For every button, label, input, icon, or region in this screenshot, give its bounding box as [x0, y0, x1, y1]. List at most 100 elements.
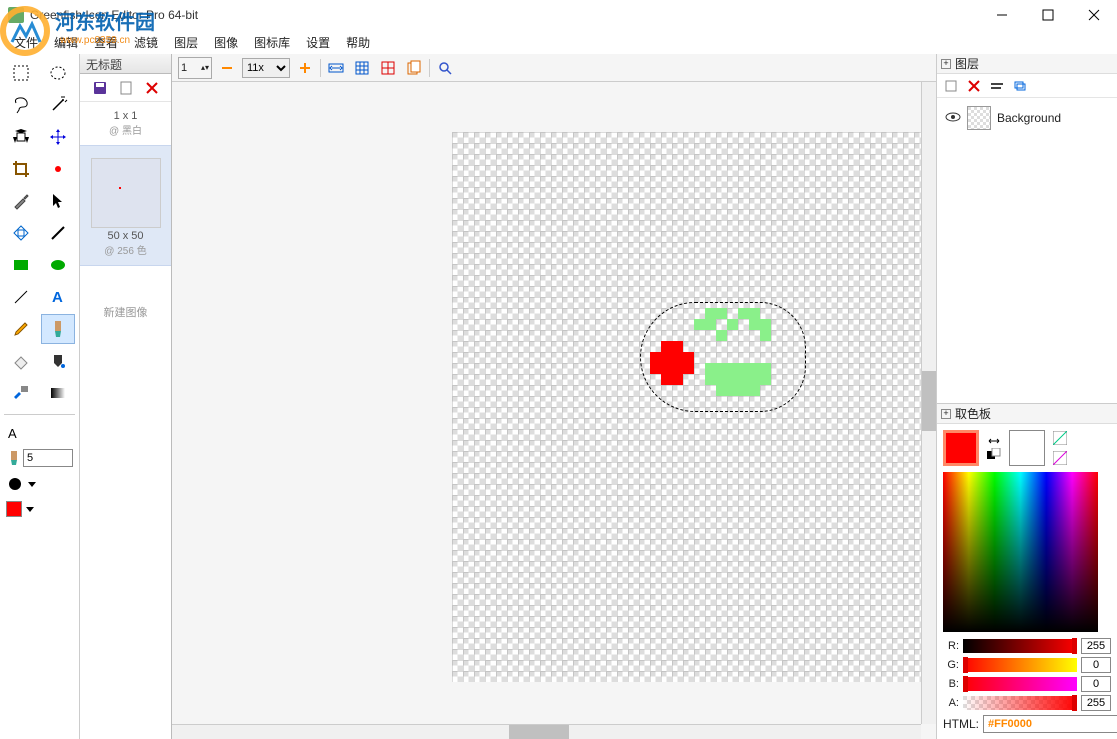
svg-text:A: A [8, 426, 17, 441]
transparent-swatch-2[interactable] [1053, 451, 1067, 465]
g-label: G: [943, 659, 959, 671]
text-tool[interactable]: A [41, 282, 75, 312]
b-value-input[interactable] [1081, 676, 1111, 692]
ellipse-select-tool[interactable] [41, 58, 75, 88]
brush-size-input[interactable] [23, 449, 73, 467]
close-button[interactable] [1071, 0, 1117, 30]
g-slider[interactable] [963, 658, 1077, 672]
eraser-tool[interactable] [4, 346, 38, 376]
r-value-input[interactable] [1081, 638, 1111, 654]
line2-tool[interactable] [4, 282, 38, 312]
zoom-out-button[interactable] [216, 57, 238, 79]
r-slider[interactable] [963, 639, 1077, 653]
pixel-canvas[interactable] [452, 132, 936, 682]
menu-bar: 文件 编辑 查看 滤镜 图层 图像 图标库 设置 帮助 [0, 30, 1117, 54]
crop-tool[interactable] [4, 154, 38, 184]
html-color-input[interactable] [983, 715, 1117, 733]
a-value-input[interactable] [1081, 695, 1111, 711]
menu-layer[interactable]: 图层 [168, 32, 204, 53]
new-page-button[interactable] [115, 77, 137, 99]
window-title: Greenfish Icon Editor Pro 64-bit [30, 8, 979, 22]
zoom-tool-button[interactable] [434, 57, 456, 79]
brush-shape-icon[interactable] [6, 475, 24, 493]
a-label: A: [943, 697, 959, 709]
selection-outline [640, 302, 806, 412]
transform-tool[interactable] [4, 122, 38, 152]
document-tab-title[interactable]: 无标题 [80, 54, 171, 74]
new-image-label[interactable]: 新建图像 [80, 296, 171, 328]
frame-tool[interactable] [4, 218, 38, 248]
page-thumb-1[interactable]: 1 x 1 @ 黑白 [80, 102, 171, 145]
pointer-tool[interactable] [41, 186, 75, 216]
pages-view-button[interactable] [403, 57, 425, 79]
menu-settings[interactable]: 设置 [300, 32, 336, 53]
transparent-swatch-1[interactable] [1053, 431, 1067, 445]
grid-toggle-button[interactable] [351, 57, 373, 79]
brush-size-icon [6, 450, 19, 466]
layer-name: Background [997, 111, 1061, 125]
primary-color-swatch[interactable] [943, 430, 979, 466]
html-label: HTML: [943, 717, 979, 731]
expand-icon[interactable]: + [941, 59, 951, 69]
layers-panel-header[interactable]: + 图层 [937, 54, 1117, 74]
menu-help[interactable]: 帮助 [340, 32, 376, 53]
layer-props-button[interactable] [987, 76, 1007, 96]
zoom-in-button[interactable] [294, 57, 316, 79]
secondary-color-swatch[interactable] [1009, 430, 1045, 466]
b-label: B: [943, 678, 959, 690]
layer-item-background[interactable]: Background [941, 102, 1113, 134]
text-options-icon[interactable]: A [6, 425, 22, 441]
tool-sidebar: A A [0, 54, 80, 739]
merge-layer-button[interactable] [1010, 76, 1030, 96]
menu-image[interactable]: 图像 [208, 32, 244, 53]
maximize-button[interactable] [1025, 0, 1071, 30]
brush-shape-dropdown[interactable] [28, 482, 36, 487]
wand-tool[interactable] [41, 90, 75, 120]
b-slider[interactable] [963, 677, 1077, 691]
center-lines-button[interactable] [377, 57, 399, 79]
rectangle-select-tool[interactable] [4, 58, 38, 88]
default-colors-icon[interactable] [987, 448, 1001, 460]
canvas-viewport[interactable] [172, 82, 936, 739]
flood-fill-tool[interactable] [41, 346, 75, 376]
expand-icon[interactable]: + [941, 409, 951, 419]
page-spinner[interactable]: 1▴▾ [178, 57, 212, 79]
new-layer-button[interactable] [941, 76, 961, 96]
thumb1-size: 1 x 1 [84, 110, 167, 122]
vertical-scrollbar[interactable] [921, 82, 936, 724]
visibility-icon[interactable] [945, 111, 961, 126]
brush-tool[interactable] [41, 314, 75, 344]
rectangle-tool[interactable] [4, 250, 38, 280]
a-slider[interactable] [963, 696, 1077, 710]
color-panel-header[interactable]: + 取色板 [937, 404, 1117, 424]
save-page-button[interactable] [89, 77, 111, 99]
ellipse-tool[interactable] [41, 250, 75, 280]
horizontal-scrollbar[interactable] [172, 724, 921, 739]
line-tool[interactable] [41, 218, 75, 248]
thumb2-mode: @ 256 色 [84, 242, 167, 257]
g-value-input[interactable] [1081, 657, 1111, 673]
page-thumb-2[interactable]: 50 x 50 @ 256 色 [80, 145, 171, 266]
eyedropper-tool[interactable] [4, 186, 38, 216]
hotspot-tool[interactable] [41, 154, 75, 184]
color-picker-area[interactable] [943, 472, 1098, 632]
lasso-tool[interactable] [4, 90, 38, 120]
thumb2-size: 50 x 50 [84, 230, 167, 242]
fit-width-button[interactable] [325, 57, 347, 79]
spray-tool[interactable] [4, 378, 38, 408]
gradient-tool[interactable] [41, 378, 75, 408]
move-tool[interactable] [41, 122, 75, 152]
delete-layer-button[interactable] [964, 76, 984, 96]
delete-page-button[interactable] [141, 77, 163, 99]
pencil-tool[interactable] [4, 314, 38, 344]
zoom-select[interactable]: 11x [242, 58, 290, 78]
watermark-text: 河东软件园 [55, 12, 155, 34]
swap-colors-icon[interactable] [987, 436, 1001, 446]
menu-iconlib[interactable]: 图标库 [248, 32, 296, 53]
watermark-url: www.pc0359.cn [60, 35, 155, 46]
right-sidebar: + 图层 Background + 取色板 [937, 54, 1117, 739]
active-color-indicator[interactable] [6, 501, 22, 517]
minimize-button[interactable] [979, 0, 1025, 30]
r-label: R: [943, 640, 959, 652]
active-color-dropdown[interactable] [26, 507, 34, 512]
